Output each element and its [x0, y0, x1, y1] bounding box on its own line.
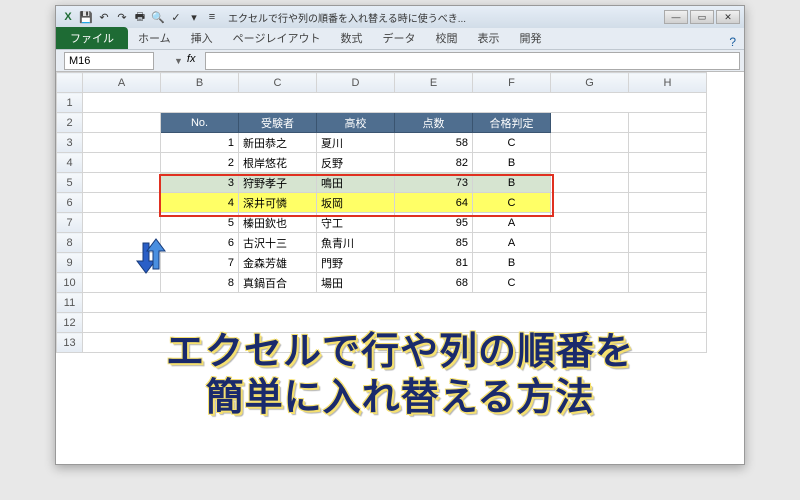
undo-icon[interactable]: ↶	[96, 9, 112, 25]
col-F[interactable]: F	[473, 73, 551, 93]
col-G[interactable]: G	[551, 73, 629, 93]
maximize-button[interactable]: ▭	[690, 10, 714, 24]
row-2-header: 2 No. 受験者 高校 点数 合格判定	[57, 113, 707, 133]
tab-view[interactable]: 表示	[467, 27, 509, 49]
tab-review[interactable]: 校閲	[425, 27, 467, 49]
col-H[interactable]: H	[629, 73, 707, 93]
title-bar: X 💾 ↶ ↷ 🖶 🔍 ✓ ▾ ≡ エクセルで行や列の順番を入れ替える時に使うべ…	[56, 6, 744, 28]
col-E[interactable]: E	[395, 73, 473, 93]
tab-file[interactable]: ファイル	[56, 27, 128, 49]
name-box[interactable]: M16	[64, 52, 154, 70]
excel-icon: X	[60, 9, 76, 25]
overlay-caption: エクセルで行や列の順番を 簡単に入れ替える方法	[0, 330, 800, 421]
window-title: エクセルで行や列の順番を入れ替える時に使うべき...	[228, 10, 664, 25]
window-controls: — ▭ ✕	[664, 10, 740, 24]
quick-access-toolbar: X 💾 ↶ ↷ 🖶 🔍 ✓ ▾ ≡	[60, 9, 220, 25]
name-box-dropdown-icon[interactable]: ▼	[174, 56, 183, 66]
help-icon[interactable]: ?	[729, 35, 736, 49]
tab-page-layout[interactable]: ページレイアウト	[223, 27, 331, 49]
row-1: 1	[57, 93, 707, 113]
spell-icon[interactable]: ✓	[168, 9, 184, 25]
dropdown-icon[interactable]: ▾	[186, 9, 202, 25]
name-box-value: M16	[69, 55, 90, 67]
save-icon[interactable]: 💾	[78, 9, 94, 25]
tab-developer[interactable]: 開発	[509, 27, 551, 49]
tab-insert[interactable]: 挿入	[181, 27, 223, 49]
tab-data[interactable]: データ	[372, 27, 425, 49]
minimize-button[interactable]: —	[664, 10, 688, 24]
formula-input[interactable]	[205, 52, 740, 70]
close-button[interactable]: ✕	[716, 10, 740, 24]
redo-icon[interactable]: ↷	[114, 9, 130, 25]
header-result: 合格判定	[473, 113, 551, 133]
col-A[interactable]: A	[83, 73, 161, 93]
row-3: 3 1 新田恭之 夏川 58 C	[57, 133, 707, 153]
formula-bar: M16 ▼ fx	[56, 50, 744, 72]
row-4: 4 2 根岸悠花 反野 82 B	[57, 153, 707, 173]
tab-formulas[interactable]: 数式	[330, 27, 372, 49]
header-examinee: 受験者	[239, 113, 317, 133]
swap-arrows-icon	[131, 235, 171, 277]
header-no: No.	[161, 113, 239, 133]
col-B[interactable]: B	[161, 73, 239, 93]
col-D[interactable]: D	[317, 73, 395, 93]
header-score: 点数	[395, 113, 473, 133]
fx-button[interactable]: fx	[187, 53, 203, 69]
row-11: 11	[57, 293, 707, 313]
more-icon[interactable]: ≡	[204, 9, 220, 25]
row-5-highlighted: 5 3 狩野孝子 鳴田 73 B	[57, 173, 707, 193]
preview-icon[interactable]: 🔍	[150, 9, 166, 25]
overlay-line-2: 簡単に入れ替える方法	[0, 376, 800, 422]
overlay-line-1: エクセルで行や列の順番を	[0, 330, 800, 376]
row-6-highlighted: 6 4 深井可憐 坂岡 64 C	[57, 193, 707, 213]
tab-home[interactable]: ホーム	[128, 27, 181, 49]
print-icon[interactable]: 🖶	[132, 9, 148, 25]
ribbon-tabs: ファイル ホーム 挿入 ページレイアウト 数式 データ 校閲 表示 開発 ?	[56, 28, 744, 50]
col-C[interactable]: C	[239, 73, 317, 93]
row-7: 7 5 榛田欽也 守工 95 A	[57, 213, 707, 233]
column-headers: A B C D E F G H	[57, 73, 707, 93]
header-school: 高校	[317, 113, 395, 133]
select-all-corner[interactable]	[57, 73, 83, 93]
